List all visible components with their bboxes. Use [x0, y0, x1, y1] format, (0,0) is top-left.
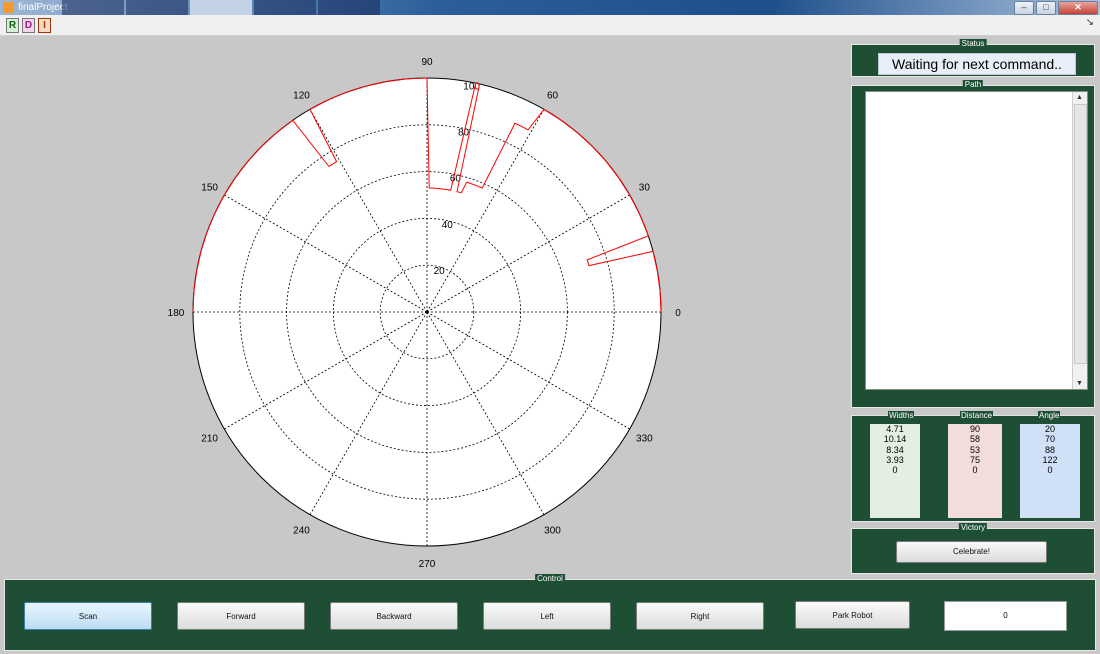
scan-button[interactable]: Scan — [24, 602, 152, 630]
right-button[interactable]: Right — [636, 602, 764, 630]
celebrate-button[interactable]: Celebrate! — [896, 541, 1047, 563]
angle-column: 20 70 88 122 0 — [1020, 424, 1080, 518]
control-panel-title: Control — [535, 574, 565, 584]
widths-column: 4.71 10.14 8.34 3.93 0 — [870, 424, 920, 518]
polar-grid — [192, 77, 662, 547]
distance-value: 75 — [969, 454, 980, 465]
angle-label: 330 — [636, 434, 653, 445]
path-listbox[interactable]: ▲ ▼ — [865, 91, 1088, 390]
d-icon[interactable]: D — [22, 18, 35, 33]
scroll-thumb[interactable] — [1074, 104, 1087, 364]
path-scrollbar[interactable]: ▲ ▼ — [1072, 92, 1087, 389]
taskbar-tab[interactable] — [62, 0, 124, 15]
status-message: Waiting for next command.. — [878, 53, 1076, 75]
angle-header: Angle — [1038, 411, 1061, 420]
victory-panel: Victory Celebrate! — [851, 523, 1095, 574]
taskbar-tab[interactable] — [190, 0, 252, 15]
dock-arrow-icon[interactable]: ↘ — [1086, 17, 1094, 28]
scroll-up-icon[interactable]: ▲ — [1076, 94, 1083, 101]
matlab-app-icon — [3, 2, 14, 13]
distance-value: 90 — [969, 424, 980, 434]
angle-value: 20 — [1044, 424, 1055, 434]
taskbar-tab[interactable] — [254, 0, 316, 15]
distance-value: 53 — [969, 444, 980, 455]
results-panel: Widths Distance Angle 4.71 10.14 8.34 3.93 0… — [851, 411, 1095, 522]
angle-value: 88 — [1044, 444, 1055, 455]
maximize-button[interactable]: □ — [1036, 1, 1056, 15]
angle-label: 180 — [168, 308, 185, 319]
backward-button[interactable]: Backward — [330, 602, 458, 630]
polar-plot: 0306090120150180210240270300330204060801… — [168, 57, 682, 570]
left-button[interactable]: Left — [483, 602, 611, 630]
scroll-down-icon[interactable]: ▼ — [1076, 380, 1083, 387]
angle-label: 0 — [675, 308, 681, 319]
park-robot-button[interactable]: Park Robot — [795, 601, 910, 629]
minimize-button[interactable]: – — [1014, 1, 1034, 15]
angle-label: 90 — [421, 57, 433, 68]
window-title-bar: finalProject – □ ✕ — [0, 0, 1100, 15]
figure-toolbar: R D I ↘ — [0, 15, 1100, 36]
taskbar-tab[interactable] — [126, 0, 188, 15]
taskbar-tabs — [60, 0, 380, 15]
widths-header: Widths — [888, 411, 915, 420]
close-button[interactable]: ✕ — [1058, 1, 1098, 15]
status-panel: Status Waiting for next command.. — [851, 39, 1095, 77]
window-controls: – □ ✕ — [1012, 1, 1098, 15]
i-icon[interactable]: I — [38, 18, 51, 33]
widths-value: 3.93 — [886, 454, 904, 465]
angle-label: 120 — [293, 91, 310, 102]
victory-panel-title: Victory — [958, 523, 988, 533]
angle-label: 60 — [547, 91, 559, 102]
taskbar-tab[interactable] — [318, 0, 380, 15]
distance-header: Distance — [960, 411, 994, 420]
control-panel: Control Scan Forward Backward Left Right… — [4, 574, 1096, 651]
angle-label: 300 — [544, 525, 561, 536]
command-readout: 0 — [944, 601, 1067, 631]
angle-value: 0 — [1047, 465, 1053, 476]
forward-button[interactable]: Forward — [177, 602, 305, 630]
widths-value: 8.34 — [886, 444, 904, 455]
status-panel-title: Status — [959, 39, 987, 49]
widths-value: 0 — [892, 465, 898, 476]
angle-label: 210 — [201, 434, 218, 445]
widths-value: 4.71 — [886, 424, 904, 434]
radius-label: 40 — [442, 220, 454, 231]
angle-label: 270 — [419, 559, 436, 570]
angle-label: 150 — [201, 183, 218, 194]
distance-value: 0 — [972, 465, 978, 476]
angle-value: 122 — [1042, 454, 1058, 465]
angle-label: 30 — [639, 183, 651, 194]
angle-value: 70 — [1044, 434, 1055, 445]
radius-label: 20 — [434, 266, 446, 277]
distance-column: 90 58 53 75 0 — [948, 424, 1002, 518]
r-icon[interactable]: R — [6, 18, 19, 33]
angle-label: 240 — [293, 525, 310, 536]
distance-value: 58 — [969, 434, 980, 445]
widths-value: 10.14 — [883, 434, 907, 445]
path-panel: Path ▲ ▼ — [851, 80, 1095, 408]
path-panel-title: Path — [962, 80, 984, 90]
